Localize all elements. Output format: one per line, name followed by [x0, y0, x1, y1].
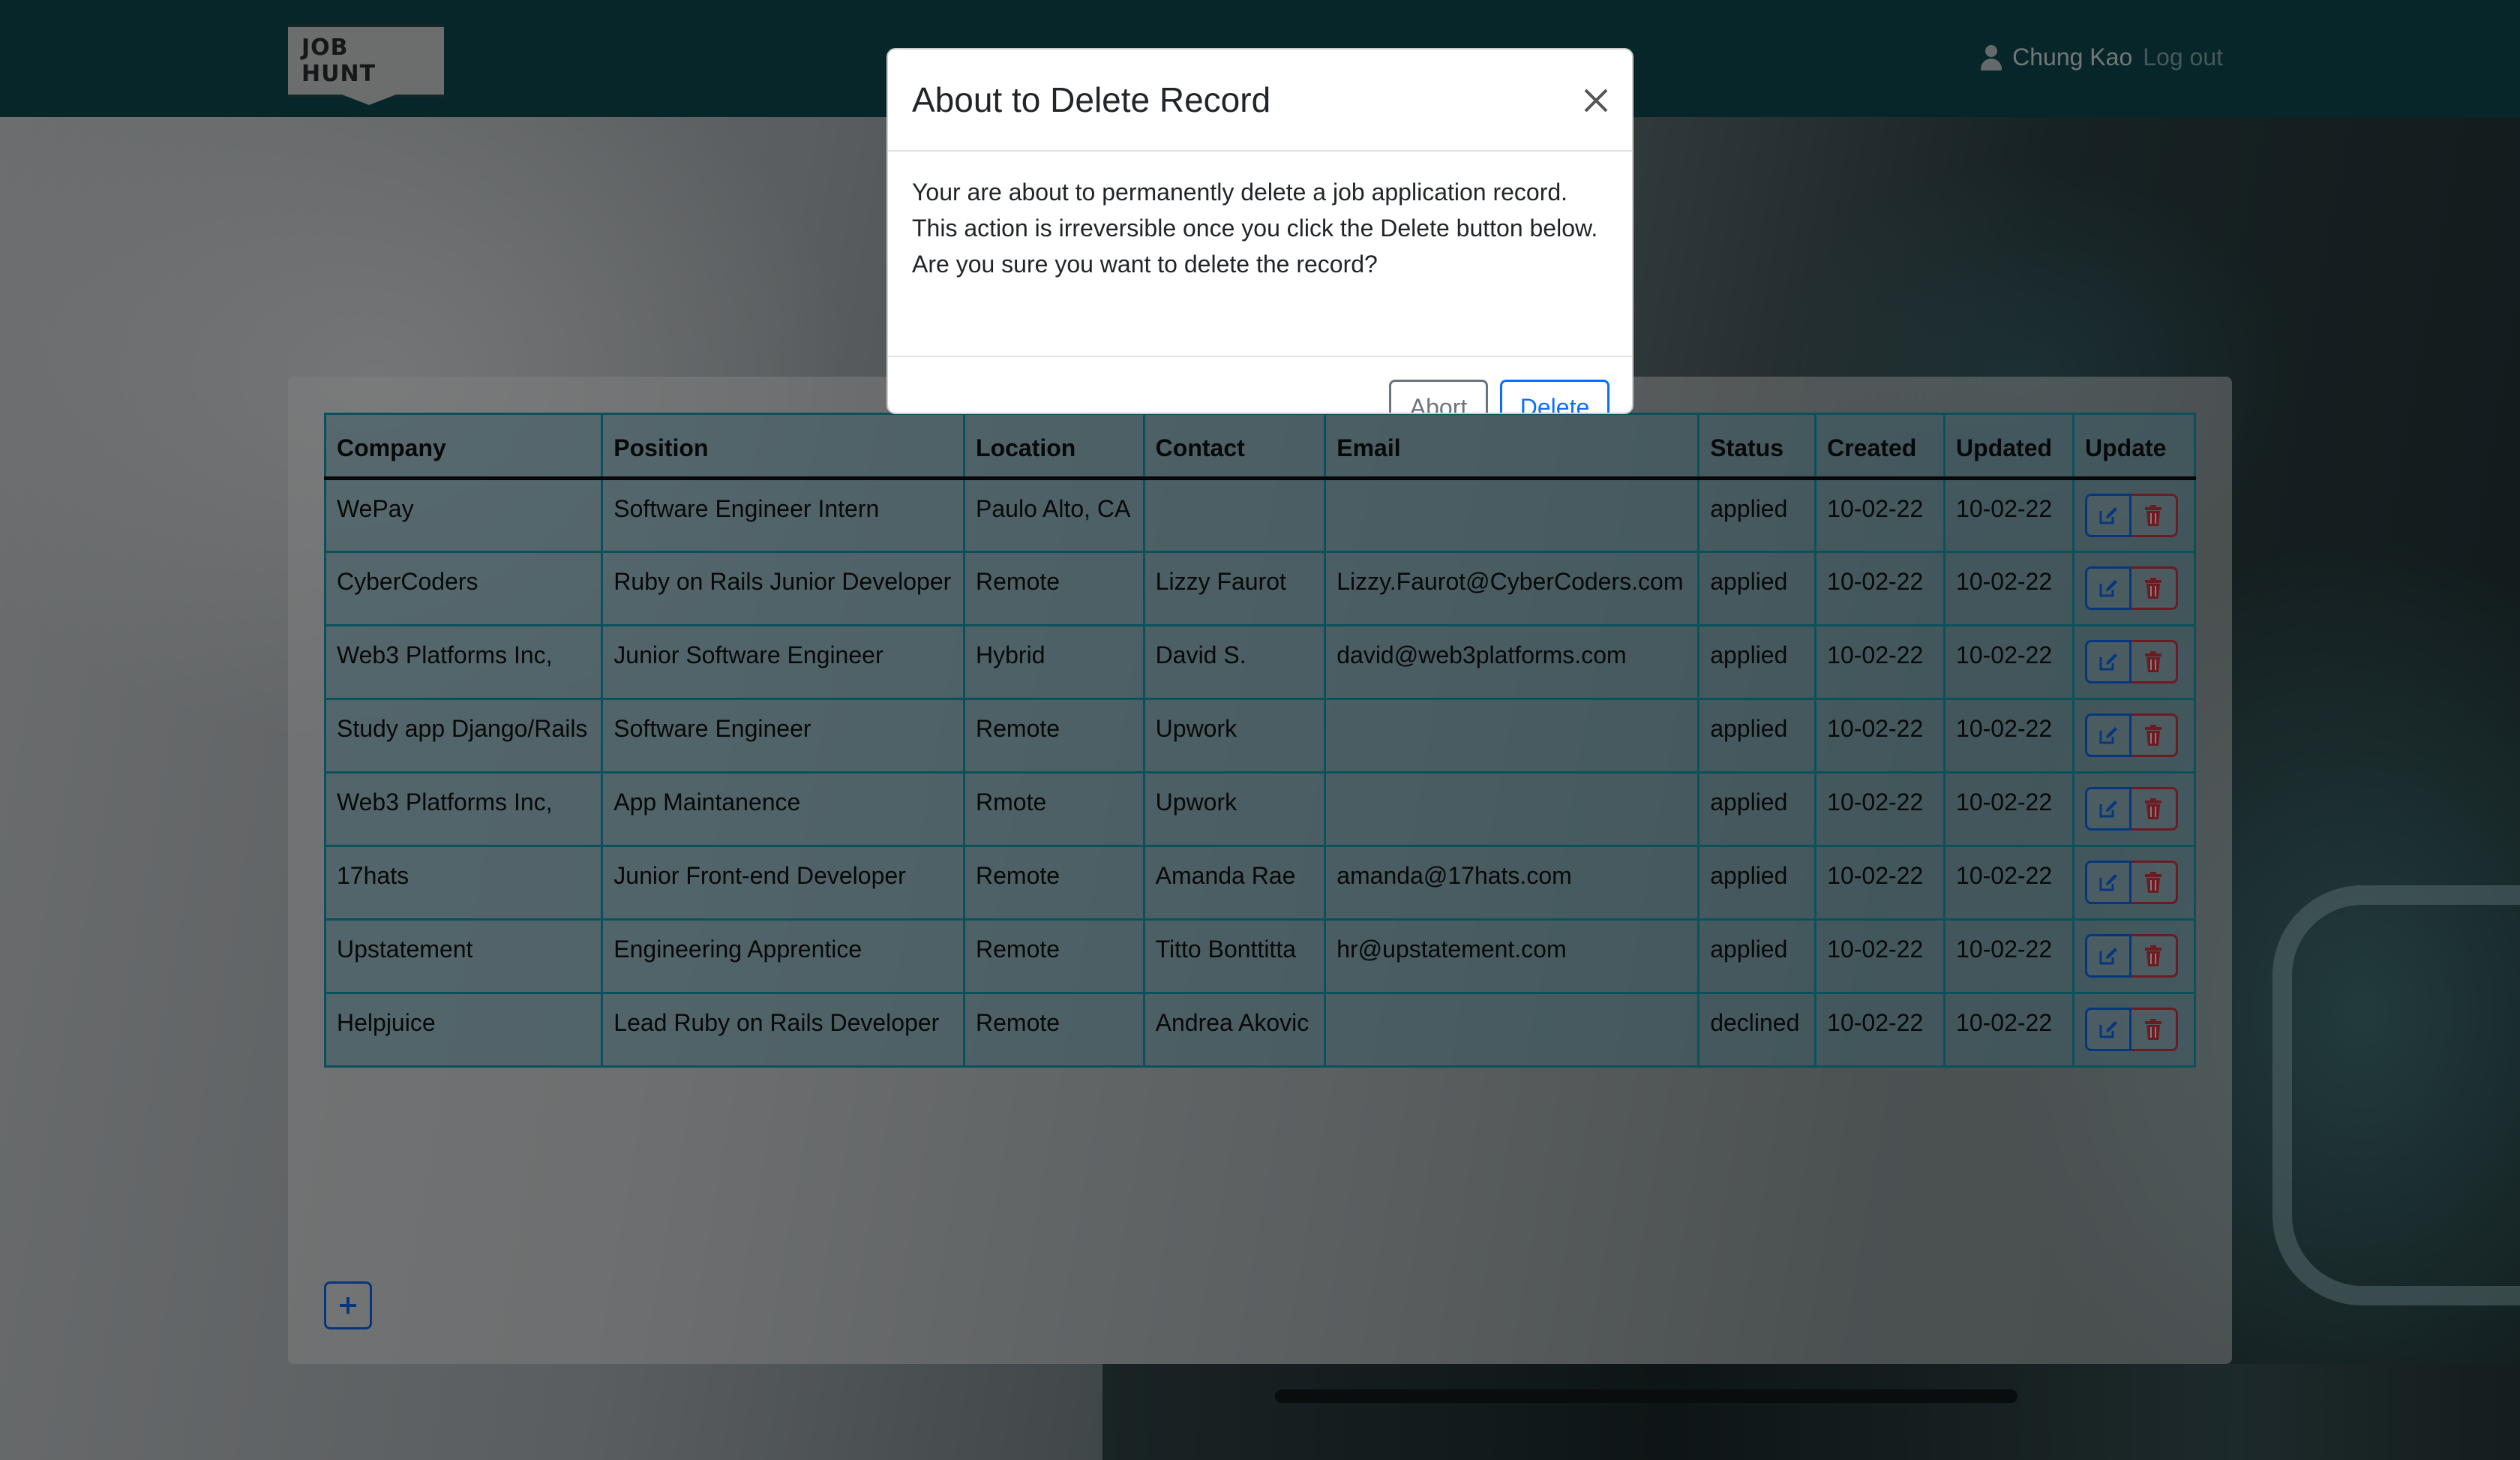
- delete-button[interactable]: Delete: [1500, 380, 1610, 413]
- abort-button[interactable]: Abort: [1389, 380, 1488, 413]
- close-icon[interactable]: [1580, 84, 1612, 117]
- modal-header: About to Delete Record: [888, 50, 1632, 152]
- modal-footer: Abort Delete: [888, 357, 1632, 413]
- modal-body: Your are about to permanently delete a j…: [888, 152, 1632, 357]
- delete-confirm-modal: About to Delete Record Your are about to…: [886, 48, 1634, 414]
- modal-title: About to Delete Record: [912, 80, 1271, 119]
